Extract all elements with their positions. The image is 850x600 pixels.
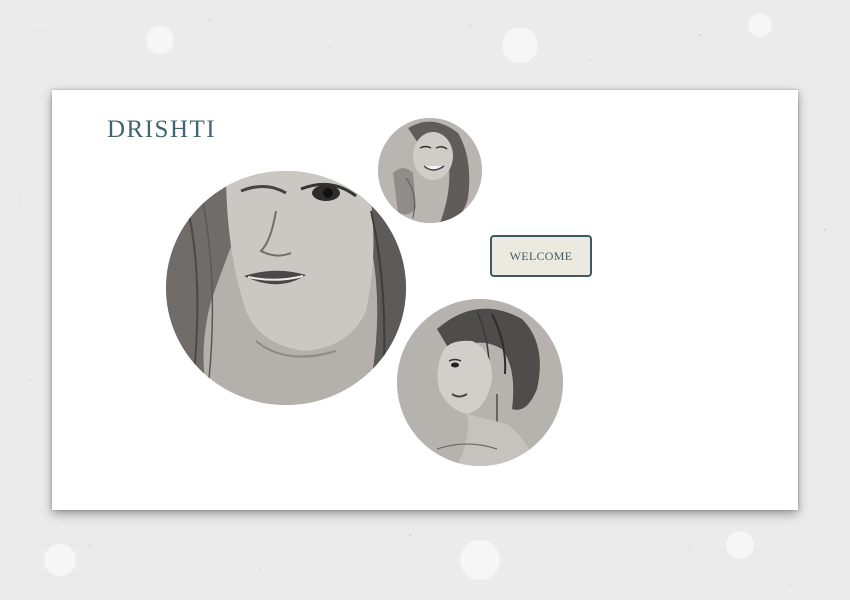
landing-card: DRISHTI WELCOME — [52, 90, 798, 510]
brand-title: DRISHTI — [107, 116, 217, 143]
sketch-portrait-braided-woman — [397, 299, 563, 466]
sketch-portrait-smiling-girl — [378, 118, 482, 223]
welcome-button[interactable]: WELCOME — [490, 235, 592, 277]
sketch-portrait-closeup-face — [166, 171, 406, 405]
